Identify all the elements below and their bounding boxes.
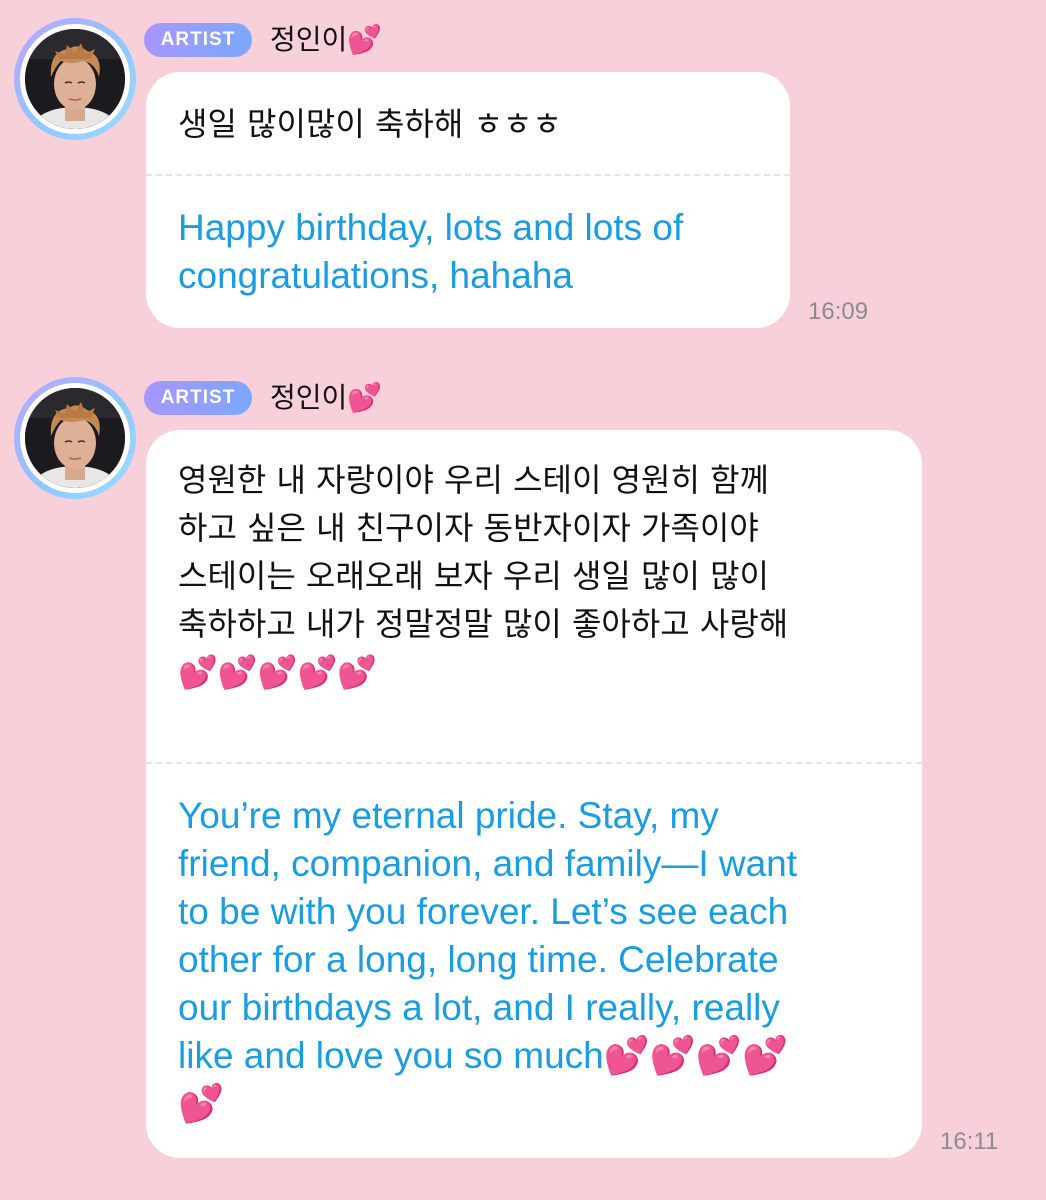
message-timestamp: 16:09 xyxy=(808,298,869,325)
translated-message-text: Happy birthday, lots and lots of congrat… xyxy=(178,207,684,296)
person-photo-icon xyxy=(25,388,125,488)
message-timestamp: 16:11 xyxy=(940,1128,999,1155)
sender-name: 정인이💕 xyxy=(270,381,383,414)
translated-message-text: You’re my eternal pride. Stay, my friend… xyxy=(178,795,798,1124)
avatar[interactable] xyxy=(14,18,136,140)
avatar-photo xyxy=(25,388,125,488)
artist-badge: ARTIST xyxy=(144,381,252,415)
original-message-text: 생일 많이많이 축하해 ㅎㅎㅎ xyxy=(178,105,562,143)
translation-divider xyxy=(146,174,790,176)
sender-name: 정인이💕 xyxy=(270,23,383,56)
translation-divider xyxy=(146,762,922,764)
avatar[interactable] xyxy=(14,377,136,499)
avatar-photo xyxy=(25,29,125,129)
message-bubble[interactable]: 생일 많이많이 축하해 ㅎㅎㅎ Happy birthday, lots and… xyxy=(146,72,790,328)
artist-badge: ARTIST xyxy=(144,23,252,57)
message-bubble[interactable]: 영원한 내 자랑이야 우리 스테이 영원히 함께 하고 싶은 내 친구이자 동반… xyxy=(146,430,922,1158)
person-photo-icon xyxy=(25,29,125,129)
original-message-text: 영원한 내 자랑이야 우리 스테이 영원히 함께 하고 싶은 내 친구이자 동반… xyxy=(178,461,789,691)
